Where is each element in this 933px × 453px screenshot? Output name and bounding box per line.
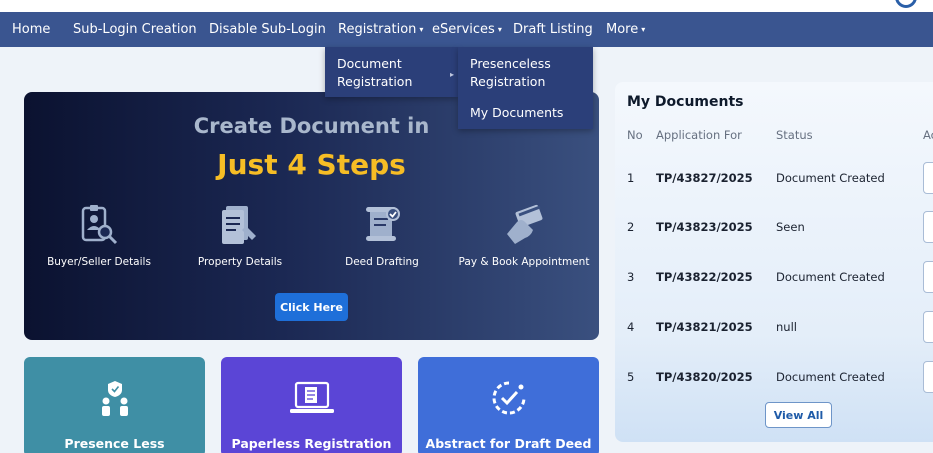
menu-item-document-registration[interactable]: Document Registration bbox=[337, 55, 446, 91]
document-registration-submenu: Presenceless Registration My Documents bbox=[458, 47, 593, 129]
table-row: 5 TP/43820/2025 Document Created bbox=[615, 357, 933, 397]
row-action-button[interactable] bbox=[923, 311, 933, 343]
row-no: 2 bbox=[627, 220, 635, 234]
nav-sub-login-creation[interactable]: Sub-Login Creation bbox=[73, 12, 197, 47]
step-label: Deed Drafting bbox=[345, 256, 419, 268]
step-label: Pay & Book Appointment bbox=[458, 256, 590, 268]
step-pay-book: Pay & Book Appointment bbox=[449, 204, 599, 268]
nav-draft-listing[interactable]: Draft Listing bbox=[513, 12, 593, 47]
main-nav: Home Sub-Login Creation Disable Sub-Logi… bbox=[0, 12, 933, 47]
row-status: Document Created bbox=[776, 270, 885, 284]
row-no: 4 bbox=[627, 320, 635, 334]
chevron-down-icon: ▾ bbox=[641, 25, 646, 34]
people-shield-icon bbox=[101, 381, 128, 416]
row-no: 1 bbox=[627, 171, 635, 185]
scroll-check-icon bbox=[366, 207, 400, 241]
my-documents-title: My Documents bbox=[627, 94, 744, 110]
nav-more[interactable]: More ▾ bbox=[606, 12, 645, 47]
row-action-button[interactable] bbox=[923, 162, 933, 194]
card-label: Presence Less bbox=[64, 436, 165, 451]
row-application: TP/43827/2025 bbox=[656, 171, 753, 185]
table-row: 4 TP/43821/2025 null bbox=[615, 307, 933, 347]
credit-card-hand-icon bbox=[507, 204, 543, 244]
step-label: Property Details bbox=[197, 256, 283, 268]
create-document-banner: Create Document in Just 4 Steps Buyer/Se… bbox=[24, 92, 599, 340]
nav-sub-login-creation-label: Sub-Login Creation bbox=[73, 22, 197, 37]
column-header-action: Ac bbox=[923, 128, 933, 142]
nav-home[interactable]: Home bbox=[12, 12, 50, 47]
step-buyer-seller: Buyer/Seller Details bbox=[24, 204, 174, 268]
table-row: 1 TP/43827/2025 Document Created bbox=[615, 158, 933, 198]
nav-eservices[interactable]: eServices ▾ bbox=[432, 12, 502, 47]
row-action-button[interactable] bbox=[923, 211, 933, 243]
table-row: 2 TP/43823/2025 Seen bbox=[615, 207, 933, 247]
step-deed-drafting: Deed Drafting bbox=[307, 204, 457, 268]
chevron-right-icon: ▸ bbox=[449, 70, 454, 79]
menu-item-presenceless-registration[interactable]: Presenceless Registration bbox=[470, 55, 551, 91]
row-action-button[interactable] bbox=[923, 361, 933, 393]
menu-item-my-documents[interactable]: My Documents bbox=[470, 105, 563, 121]
step-label: Buyer/Seller Details bbox=[47, 256, 151, 268]
row-application: TP/43820/2025 bbox=[656, 370, 753, 384]
menu-item-label: My Documents bbox=[470, 105, 564, 120]
chevron-down-icon: ▾ bbox=[497, 25, 502, 34]
nav-disable-sub-login[interactable]: Disable Sub-Login bbox=[209, 12, 326, 47]
card-label: Paperless Registration bbox=[231, 436, 392, 451]
row-application: TP/43823/2025 bbox=[656, 220, 753, 234]
top-header-strip bbox=[0, 0, 933, 12]
click-here-button[interactable]: Click Here bbox=[275, 293, 348, 321]
row-action-button[interactable] bbox=[923, 261, 933, 293]
card-label: Abstract for Draft Deed bbox=[425, 436, 592, 451]
column-header-status: Status bbox=[776, 128, 813, 142]
card-paperless-registration[interactable]: Paperless Registration bbox=[221, 357, 402, 453]
row-application: TP/43821/2025 bbox=[656, 320, 753, 334]
nav-home-label: Home bbox=[12, 22, 51, 37]
table-row: 3 TP/43822/2025 Document Created bbox=[615, 257, 933, 297]
id-card-search-icon bbox=[81, 205, 118, 245]
timer-check-icon bbox=[492, 381, 525, 415]
menu-item-label-line2: Registration bbox=[337, 74, 413, 89]
card-abstract-draft-deed[interactable]: Abstract for Draft Deed bbox=[418, 357, 599, 453]
row-no: 3 bbox=[627, 270, 635, 284]
nav-draft-listing-label: Draft Listing bbox=[513, 22, 593, 37]
column-header-no: No bbox=[627, 128, 643, 142]
menu-item-label-line2: Registration bbox=[470, 74, 546, 89]
nav-more-label: More bbox=[606, 22, 639, 37]
registration-dropdown: Document Registration ▸ bbox=[325, 47, 458, 97]
menu-item-label-line1: Document bbox=[337, 56, 402, 71]
step-property-details: Property Details bbox=[165, 204, 315, 268]
nav-disable-sub-login-label: Disable Sub-Login bbox=[209, 22, 326, 37]
nav-registration-label: Registration bbox=[338, 22, 417, 37]
nav-registration[interactable]: Registration ▾ bbox=[338, 12, 423, 47]
row-status: Document Created bbox=[776, 171, 885, 185]
profile-icon[interactable] bbox=[895, 0, 917, 8]
card-presence-less[interactable]: Presence Less bbox=[24, 357, 205, 453]
row-no: 5 bbox=[627, 370, 635, 384]
banner-subtitle: Just 4 Steps bbox=[217, 148, 406, 181]
my-documents-panel: My Documents No Application For Status A… bbox=[615, 82, 933, 442]
row-status: null bbox=[776, 320, 797, 334]
row-status: Document Created bbox=[776, 370, 885, 384]
document-edit-icon bbox=[222, 206, 256, 244]
nav-eservices-label: eServices bbox=[432, 22, 495, 37]
laptop-document-icon bbox=[289, 381, 334, 413]
view-all-button[interactable]: View All bbox=[765, 402, 832, 428]
row-application: TP/43822/2025 bbox=[656, 270, 753, 284]
menu-item-label-line1: Presenceless bbox=[470, 56, 551, 71]
row-status: Seen bbox=[776, 220, 805, 234]
chevron-down-icon: ▾ bbox=[419, 25, 424, 34]
column-header-application: Application For bbox=[656, 128, 742, 142]
